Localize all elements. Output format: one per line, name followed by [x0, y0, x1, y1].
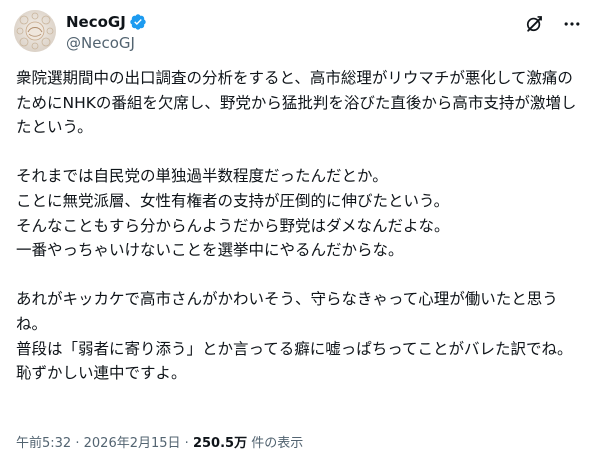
display-name-row: NecoGJ — [66, 12, 147, 32]
post-meta: 午前5:32 · 2026年2月15日 · 250.5万 件の表示 — [16, 432, 303, 451]
post-card: NecoGJ @NecoGJ 衆院選期間中の出口調査の分析をすると、高市総理がリ… — [0, 0, 598, 464]
author-names: NecoGJ @NecoGJ — [66, 12, 147, 53]
post-text: 衆院選期間中の出口調査の分析をすると、高市総理がリウマチが悪化して激痛のためにN… — [16, 69, 577, 383]
avatar[interactable] — [14, 10, 56, 52]
header-actions — [524, 14, 582, 34]
post-date[interactable]: 2026年2月15日 — [84, 436, 181, 451]
view-count-label[interactable]: 件の表示 — [251, 436, 303, 451]
display-name[interactable]: NecoGJ — [66, 13, 126, 31]
view-count[interactable]: 250.5万 — [193, 436, 247, 451]
meta-separator: · — [184, 436, 189, 451]
grok-icon[interactable] — [524, 14, 544, 34]
post-header: NecoGJ @NecoGJ — [14, 10, 584, 56]
more-dots-icon[interactable] — [562, 14, 582, 34]
floral-avatar-icon — [14, 10, 56, 52]
author-handle[interactable]: @NecoGJ — [66, 33, 147, 53]
verified-badge-icon — [130, 14, 146, 30]
meta-separator: · — [75, 436, 80, 451]
post-time[interactable]: 午前5:32 — [16, 436, 71, 451]
